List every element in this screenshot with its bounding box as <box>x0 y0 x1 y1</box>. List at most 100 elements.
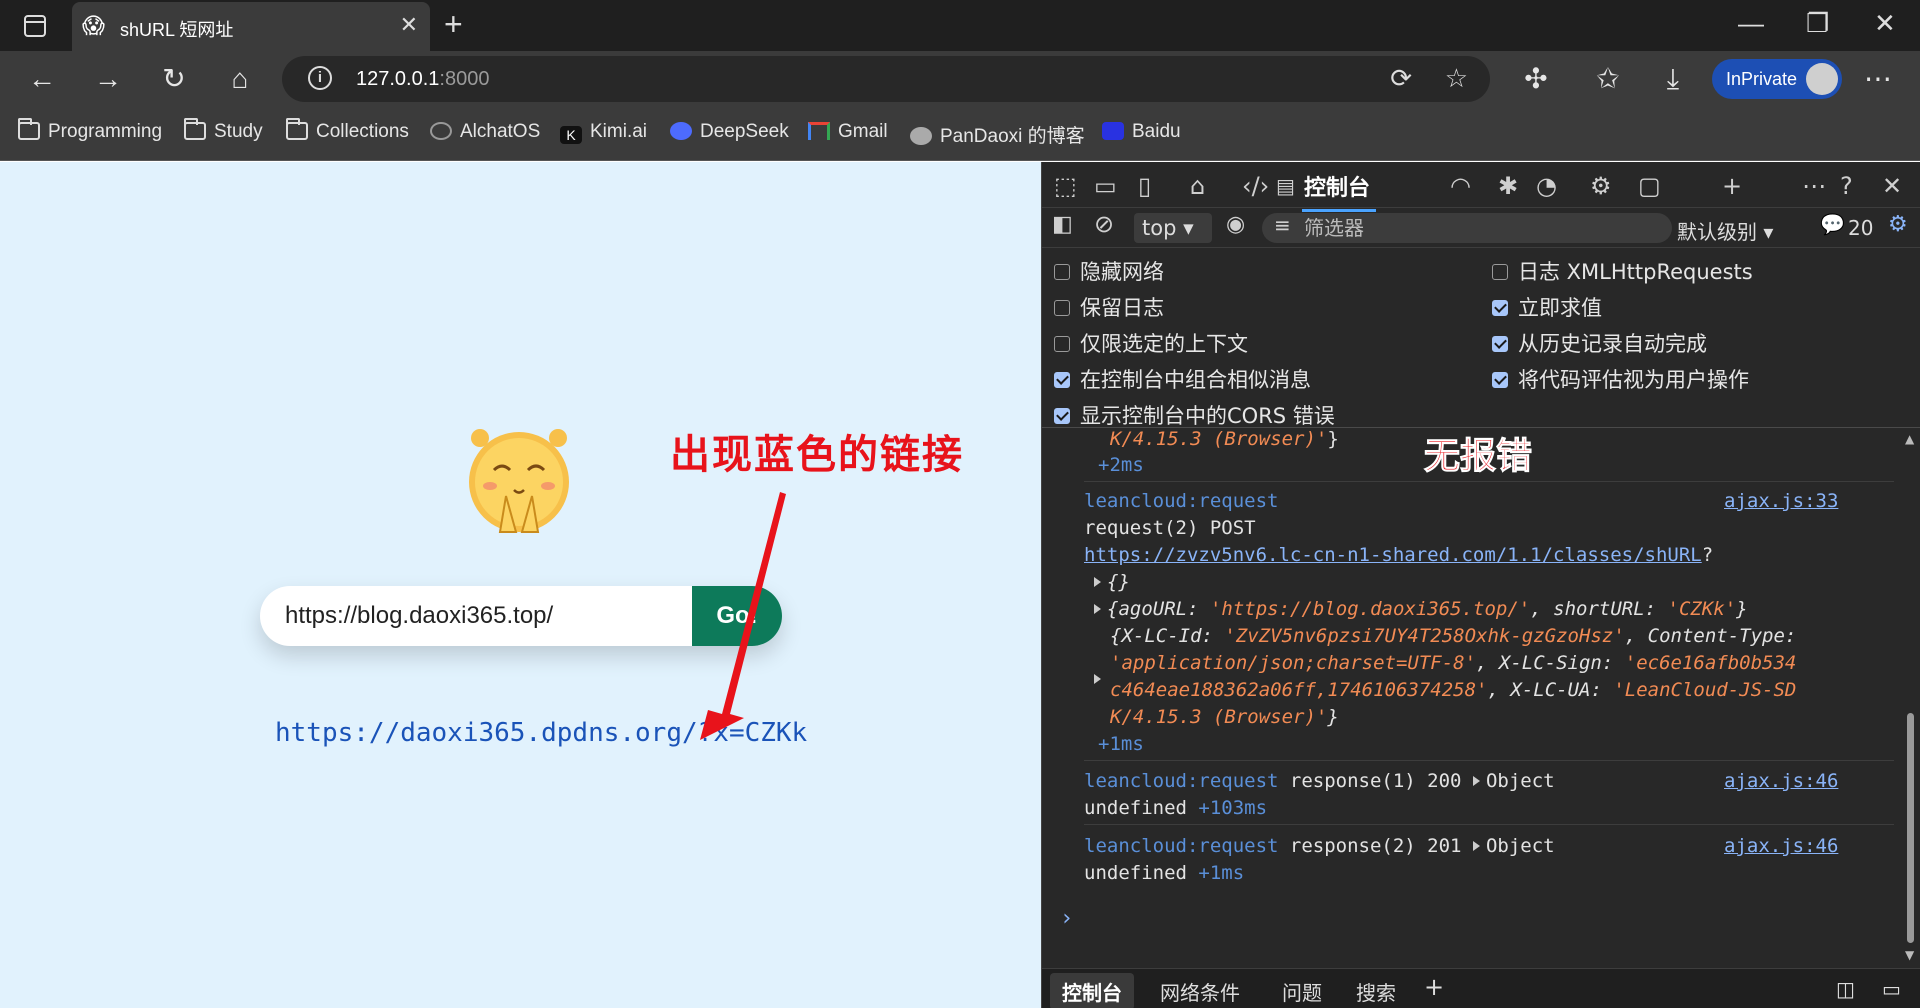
checkbox[interactable] <box>1492 300 1508 316</box>
scroll-up-icon[interactable]: ▲ <box>1905 432 1914 446</box>
inspect-icon[interactable]: ⬚ <box>1054 172 1077 200</box>
drawer-tab-issues[interactable]: 问题 <box>1282 977 1322 1006</box>
refresh-icon[interactable]: ↻ <box>156 61 192 97</box>
downloads-icon[interactable]: ⤓ <box>1655 61 1691 97</box>
bookmark-pandaoxi-blog[interactable]: PanDaoxi 的博客 <box>910 121 1085 148</box>
long-url-input[interactable] <box>260 586 692 646</box>
console-settings-icon[interactable]: ⚙ <box>1888 212 1908 237</box>
filter-input[interactable]: 筛选器 <box>1262 213 1672 243</box>
tab-console[interactable]: 控制台 <box>1301 170 1377 212</box>
checkbox[interactable] <box>1492 336 1508 352</box>
sidebar-toggle-icon[interactable]: ◧ <box>1052 212 1073 237</box>
checkbox[interactable] <box>1054 336 1070 352</box>
bookmark-gmail[interactable]: Gmail <box>808 121 888 143</box>
more-menu-icon[interactable]: ⋯ <box>1860 61 1896 97</box>
memory-icon[interactable]: ⚙ <box>1590 172 1612 200</box>
annotation-no-errors: 无报错 <box>1423 436 1533 477</box>
message-count: 20 <box>1848 216 1874 240</box>
read-aloud-icon[interactable]: ⟳ <box>1390 63 1412 94</box>
inprivate-badge[interactable]: InPrivate <box>1712 59 1842 99</box>
context-select[interactable]: top ▾ <box>1134 213 1212 243</box>
log-time: +1ms <box>1098 733 1144 755</box>
bookmark-alchatos[interactable]: AlchatOS <box>430 121 540 143</box>
browser-tab[interactable]: 😱 shURL 短网址 ✕ <box>72 2 430 51</box>
gmail-icon <box>808 122 830 140</box>
customize-icon[interactable]: ⋯ <box>1802 172 1826 200</box>
option-autocomplete-history[interactable]: 从历史记录自动完成 <box>1492 328 1707 358</box>
option-show-cors[interactable]: 显示控制台中的CORS 错误 <box>1054 400 1335 430</box>
console-scrollbar[interactable]: ▲ ▼ <box>1900 428 1920 968</box>
live-expression-eye-icon[interactable]: ◉ <box>1226 212 1245 237</box>
scrollbar-thumb[interactable] <box>1907 713 1914 943</box>
option-selected-context[interactable]: 仅限选定的上下文 <box>1054 328 1248 358</box>
filter-icon: ≡ <box>1274 213 1291 237</box>
checkbox[interactable] <box>1054 408 1070 424</box>
favorite-star-icon[interactable]: ☆ <box>1445 63 1468 94</box>
new-tab-icon[interactable]: + <box>444 6 463 43</box>
checkbox[interactable] <box>1054 300 1070 316</box>
site-info-icon[interactable]: i <box>308 66 332 90</box>
bookmark-deepseek[interactable]: DeepSeek <box>670 121 789 143</box>
elements-icon[interactable]: ‹/› <box>1242 172 1269 200</box>
log-object-body[interactable]: {agoURL: 'https://blog.daoxi365.top/', s… <box>1094 598 1748 620</box>
option-log-xhr[interactable]: 日志 XMLHttpRequests <box>1492 256 1753 286</box>
forward-icon[interactable]: → <box>90 61 126 97</box>
more-tools-icon[interactable]: + <box>1722 172 1742 200</box>
checkbox[interactable] <box>1492 264 1508 280</box>
close-devtools-icon[interactable]: ✕ <box>1882 172 1902 200</box>
back-icon[interactable]: ← <box>24 61 60 97</box>
performance-icon[interactable]: ◔ <box>1536 172 1557 200</box>
minimize-icon[interactable]: — <box>1738 8 1764 39</box>
checkbox[interactable] <box>1054 372 1070 388</box>
sources-bug-icon[interactable]: ✱ <box>1498 172 1518 200</box>
welcome-home-icon[interactable]: ⌂ <box>1190 172 1205 200</box>
log-entry-response-1: leancloud:request response(1) 200 Object <box>1084 770 1555 792</box>
address-bar[interactable]: i 127.0.0.1:8000 ⟳ ☆ <box>282 56 1490 102</box>
blog-icon <box>910 127 932 145</box>
option-preserve-log[interactable]: 保留日志 <box>1054 292 1164 322</box>
scroll-down-icon[interactable]: ▼ <box>1905 948 1914 962</box>
drawer-tab-network-conditions[interactable]: 网络条件 <box>1160 977 1240 1006</box>
title-bar: 😱 shURL 短网址 ✕ + — ❐ ✕ <box>0 0 1920 51</box>
url-text[interactable]: 127.0.0.1:8000 <box>356 68 489 91</box>
checkbox[interactable] <box>1492 372 1508 388</box>
option-user-activation[interactable]: 将代码评估视为用户操作 <box>1492 364 1749 394</box>
option-eager-eval[interactable]: 立即求值 <box>1492 292 1602 322</box>
home-icon[interactable]: ⌂ <box>222 61 258 97</box>
log-source-link[interactable]: ajax.js:46 <box>1724 770 1838 792</box>
log-source-link[interactable]: ajax.js:33 <box>1724 490 1838 512</box>
help-icon[interactable]: ? <box>1840 172 1853 200</box>
drawer-add-tab-icon[interactable]: + <box>1424 973 1444 1001</box>
extensions-icon[interactable]: ✣ <box>1518 61 1554 97</box>
drawer-tab-console[interactable]: 控制台 <box>1050 973 1134 1008</box>
device-emulation-icon[interactable]: ▭ <box>1094 172 1117 200</box>
log-object-empty[interactable]: {} <box>1094 571 1130 593</box>
restore-icon[interactable]: ❐ <box>1806 8 1829 39</box>
checkbox[interactable] <box>1054 264 1070 280</box>
dock-icon[interactable]: ▯ <box>1138 172 1151 200</box>
bookmark-study[interactable]: Study <box>184 118 263 143</box>
bookmark-programming[interactable]: Programming <box>18 118 162 143</box>
drawer-tab-search[interactable]: 搜索 <box>1356 977 1396 1006</box>
request-url-link[interactable]: https://zvzv5nv6.lc-cn-n1-shared.com/1.1… <box>1084 544 1702 566</box>
log-levels-select[interactable]: 默认级别 ▾ <box>1677 216 1773 245</box>
baidu-icon <box>1102 122 1124 140</box>
drawer-dock-icon[interactable]: ◫ <box>1836 977 1855 1001</box>
option-group-similar[interactable]: 在控制台中组合相似消息 <box>1054 364 1311 394</box>
close-tab-icon[interactable]: ✕ <box>400 12 418 38</box>
bookmark-baidu[interactable]: Baidu <box>1102 121 1181 143</box>
network-icon[interactable]: ◠ <box>1450 172 1471 200</box>
bookmark-kimi[interactable]: K Kimi.ai <box>560 121 647 144</box>
bookmark-collections[interactable]: Collections <box>286 118 409 143</box>
favorites-icon[interactable]: ✩ <box>1590 61 1626 97</box>
close-window-icon[interactable]: ✕ <box>1874 8 1896 39</box>
application-icon[interactable]: ▢ <box>1638 172 1661 200</box>
clear-console-icon[interactable]: ⊘ <box>1094 210 1114 238</box>
log-source-link[interactable]: ajax.js:46 <box>1724 835 1838 857</box>
option-hide-network[interactable]: 隐藏网络 <box>1054 256 1164 286</box>
log-object-headers-toggle[interactable] <box>1094 668 1107 690</box>
drawer-collapse-icon[interactable]: ▭ <box>1882 977 1901 1001</box>
console-prompt-icon[interactable]: › <box>1060 908 1073 930</box>
folder-icon <box>286 118 308 140</box>
tab-actions-icon[interactable] <box>24 15 46 37</box>
